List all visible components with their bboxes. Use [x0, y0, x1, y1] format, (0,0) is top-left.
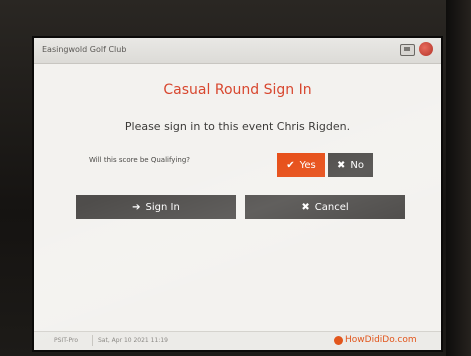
brand-name: HowDidiDo.com	[345, 335, 417, 345]
sign-in-prompt: Please sign in to this event Chris Rigde…	[124, 120, 351, 133]
bezel-edge	[446, 0, 471, 356]
sign-in-icon: ➔	[132, 201, 141, 213]
date-time: Sat, Apr 10 2021 11:19	[98, 337, 168, 344]
brand-logo: HowDidiDo.com	[334, 335, 417, 345]
no-label: No	[350, 159, 364, 171]
title-bar: Easingwold Golf Club	[34, 38, 441, 64]
page-title: Casual Round Sign In	[163, 82, 312, 98]
close-icon: ✖	[301, 201, 310, 213]
club-name: Easingwold Golf Club	[42, 45, 127, 54]
check-icon: ✔	[286, 159, 295, 171]
kiosk-screen: Easingwold Golf Club Casual Round Sign I…	[34, 38, 441, 350]
no-button[interactable]: ✖ No	[328, 153, 373, 177]
yes-button[interactable]: ✔ Yes	[277, 153, 325, 177]
qualifying-question: Will this score be Qualifying?	[89, 156, 190, 164]
flag-icon[interactable]	[419, 42, 433, 56]
footer-divider	[92, 335, 93, 346]
monitor-icon[interactable]	[400, 44, 415, 56]
brand-mark-icon	[334, 335, 343, 345]
cancel-label: Cancel	[314, 201, 349, 213]
x-icon: ✖	[337, 159, 346, 171]
status-footer: PSIT-Pro Sat, Apr 10 2021 11:19 HowDidiD…	[34, 331, 441, 350]
sign-in-button[interactable]: ➔ Sign In	[76, 195, 236, 219]
cancel-button[interactable]: ✖ Cancel	[245, 195, 405, 219]
yes-label: Yes	[299, 159, 316, 171]
product-name: PSIT-Pro	[54, 337, 78, 344]
sign-in-label: Sign In	[145, 201, 180, 213]
